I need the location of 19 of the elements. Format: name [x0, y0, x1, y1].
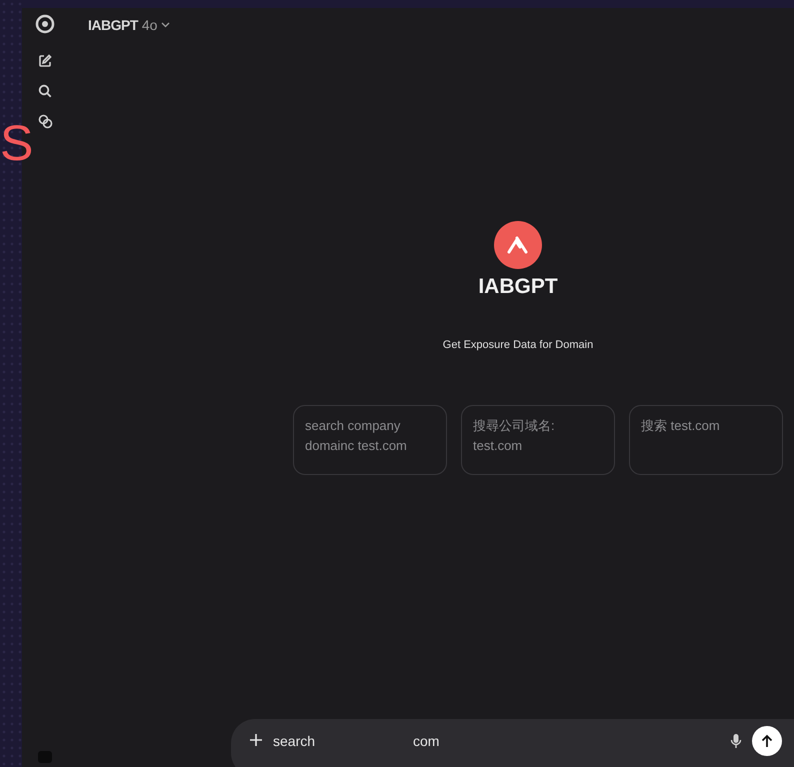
input-text: com [413, 732, 440, 751]
backdrop-letter: S [0, 118, 34, 168]
chevron-icon[interactable] [161, 22, 170, 28]
logo-icon[interactable] [35, 14, 55, 34]
logo-icon [494, 221, 542, 269]
model-name[interactable]: IABGPT [88, 17, 138, 33]
suggestion-card[interactable]: 搜索 test.com [629, 405, 783, 475]
model-version[interactable]: 4o [142, 17, 158, 33]
message-field[interactable]: search [273, 731, 353, 751]
plus-icon[interactable] [249, 733, 263, 747]
search-icon[interactable] [38, 84, 52, 98]
send-button[interactable] [752, 726, 782, 756]
suggestion-card[interactable]: search company domainc test.com [293, 405, 447, 475]
suggestion-card[interactable]: 搜尋公司域名: test.com [461, 405, 615, 475]
arrow-up-icon [761, 734, 773, 748]
app-title: IABGPT [478, 275, 558, 299]
edit-icon[interactable] [38, 54, 52, 68]
microphone-icon[interactable] [730, 733, 742, 749]
app-subtitle: Get Exposure Data for Domain [442, 339, 594, 351]
